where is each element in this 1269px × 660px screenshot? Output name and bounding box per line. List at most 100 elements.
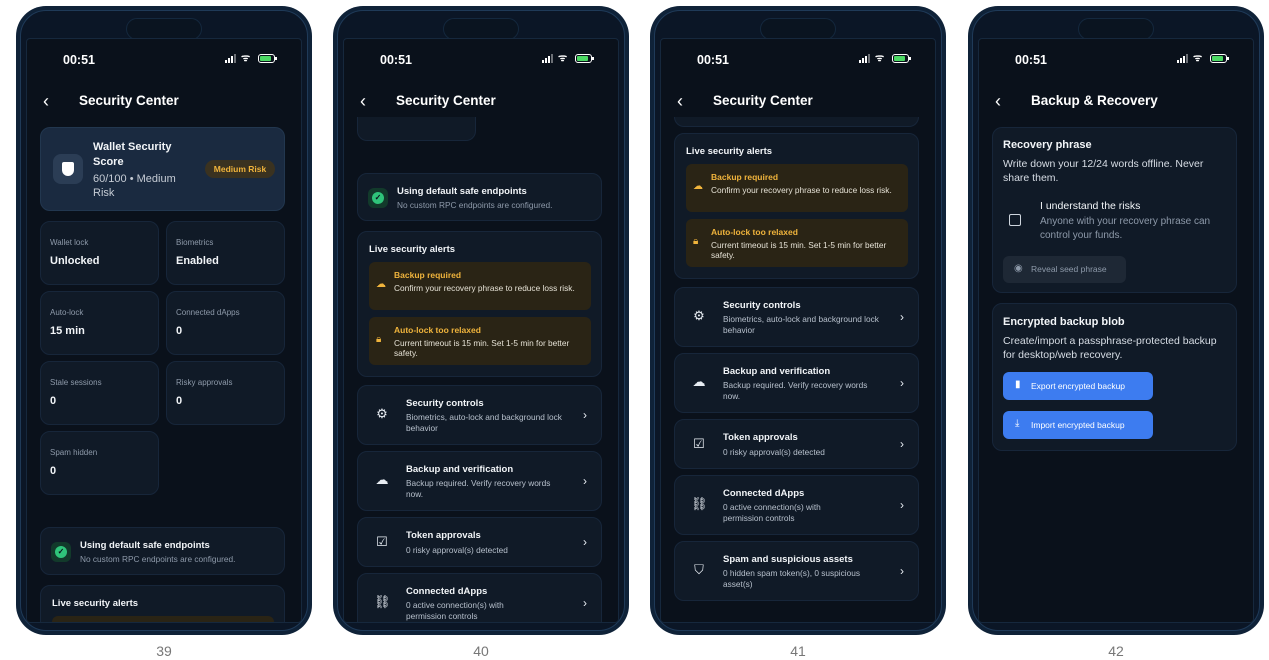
risk-checkbox[interactable]: [1009, 214, 1021, 226]
live-alerts-card: Live security alerts: [40, 585, 285, 622]
chevron-right-icon: ›: [583, 474, 587, 488]
page-title: Security Center: [79, 93, 179, 108]
eye-icon: ◉: [1014, 263, 1023, 274]
cloud-upload-icon: ☁: [376, 279, 386, 290]
reveal-seed-button[interactable]: ◉ Reveal seed phrase: [1003, 256, 1126, 283]
shield-alert-icon: ⛉: [694, 562, 704, 577]
live-alerts-card: Live security alerts Backup required ☁ C…: [357, 231, 602, 377]
signal-icon: [542, 54, 553, 63]
check-circle-icon: ✓: [51, 542, 71, 562]
back-icon[interactable]: ‹: [677, 91, 683, 111]
link-icon: ⛓: [374, 594, 391, 609]
card-partial: [674, 117, 919, 127]
chevron-right-icon: ›: [900, 437, 904, 451]
download-icon: ⤓: [1015, 418, 1020, 429]
row-spam-assets[interactable]: ⛉ Spam and suspicious assets 0 hidden sp…: [674, 541, 919, 601]
alert-backup-required[interactable]: Backup required ☁ Confirm your recovery …: [686, 164, 908, 212]
page-title: Security Center: [396, 93, 496, 108]
live-alerts-card: Live security alerts Backup required ☁ C…: [674, 133, 919, 279]
row-token-approvals[interactable]: ☑ Token approvals 0 risky approval(s) de…: [357, 517, 602, 567]
wifi-icon: ᯤ: [875, 53, 885, 64]
phone-41: 00:51 ᯤ ‹ Security Center Live security …: [650, 6, 946, 635]
cloud-upload-icon: ☁: [375, 472, 389, 487]
back-icon[interactable]: ‹: [360, 91, 366, 111]
battery-icon: [258, 54, 277, 63]
chevron-right-icon: ›: [900, 564, 904, 578]
header: ‹ Backup & Recovery: [995, 91, 1237, 113]
tile-biometrics: Biometrics Enabled: [166, 221, 285, 285]
header: ‹ Security Center: [43, 91, 285, 113]
header: ‹ Security Center: [360, 91, 602, 113]
cloud-upload-icon: ☁: [692, 374, 706, 389]
row-backup-verification[interactable]: ☁ Backup and verification Backup require…: [357, 451, 602, 511]
security-center-screen-scrolled: 00:51 ᯤ ‹ Security Center ✓ Using defaul…: [343, 38, 619, 623]
link-icon: ⛓: [691, 496, 708, 511]
tile-stale-sessions: Stale sessions 0: [40, 361, 159, 425]
tile-partial: [357, 117, 476, 141]
status-bar: 00:51 ᯤ: [380, 53, 594, 69]
header: ‹ Security Center: [677, 91, 919, 113]
chevron-right-icon: ›: [583, 535, 587, 549]
row-security-controls[interactable]: ⚙ Security controls Biometrics, auto-loc…: [357, 385, 602, 445]
risk-badge: Medium Risk: [205, 160, 275, 178]
status-time: 00:51: [63, 53, 95, 67]
wifi-icon: ᯤ: [558, 53, 568, 64]
battery-icon: [1210, 54, 1229, 63]
page-title: Security Center: [713, 93, 813, 108]
tile-risky-approvals: Risky approvals 0: [166, 361, 285, 425]
lock-clock-icon: 🔒︎: [693, 236, 699, 247]
caption-39: 39: [156, 643, 172, 659]
back-icon[interactable]: ‹: [995, 91, 1001, 111]
row-connected-dapps[interactable]: ⛓ Connected dApps 0 active connection(s)…: [674, 475, 919, 535]
endpoint-status-card: ✓ Using default safe endpoints No custom…: [357, 173, 602, 221]
signal-icon: [859, 54, 870, 63]
chevron-right-icon: ›: [900, 498, 904, 512]
chevron-right-icon: ›: [900, 310, 904, 324]
status-bar: 00:51 ᯤ: [63, 53, 277, 69]
security-center-screen-bottom: 00:51 ᯤ ‹ Security Center Live security …: [660, 38, 936, 623]
caption-42: 42: [1108, 643, 1124, 659]
approval-list-icon: ☑: [376, 534, 388, 549]
signal-icon: [225, 54, 236, 63]
approval-list-icon: ☑: [693, 436, 705, 451]
page-title: Backup & Recovery: [1031, 93, 1158, 108]
alert-auto-lock[interactable]: Auto-lock too relaxed 🔒︎ Current timeout…: [369, 317, 591, 365]
risk-checkbox-label: I understand the risks: [1040, 200, 1141, 212]
endpoint-status-card: ✓ Using default safe endpoints No custom…: [40, 527, 285, 575]
back-icon[interactable]: ‹: [43, 91, 49, 111]
row-security-controls[interactable]: ⚙ Security controls Biometrics, auto-loc…: [674, 287, 919, 347]
alert-item: [52, 616, 274, 622]
score-value: 60/100 • Medium Risk: [93, 173, 176, 199]
status-bar: 00:51 ᯤ: [1015, 53, 1229, 69]
chevron-right-icon: ›: [583, 596, 587, 610]
signal-icon: [1177, 54, 1188, 63]
row-token-approvals[interactable]: ☑ Token approvals 0 risky approval(s) de…: [674, 419, 919, 469]
phone-40: 00:51 ᯤ ‹ Security Center ✓ Using defaul…: [333, 6, 629, 635]
file-icon: ▮: [1015, 379, 1021, 390]
wifi-icon: ᯤ: [1193, 53, 1203, 64]
score-title: Wallet Security Score: [93, 141, 172, 168]
phone-notch: [126, 18, 202, 40]
recovery-phrase-card: Recovery phrase Write down your 12/24 wo…: [992, 127, 1237, 293]
screenshot-grid: 00:51 ᯤ ‹ Security Center Wallet Securit…: [0, 0, 1269, 660]
export-backup-button[interactable]: ▮ Export encrypted backup: [1003, 372, 1153, 400]
import-backup-button[interactable]: ⤓ Import encrypted backup: [1003, 411, 1153, 439]
gear-icon: ⚙: [376, 406, 388, 421]
tile-connected-dapps: Connected dApps 0: [166, 291, 285, 355]
lock-clock-icon: 🔒︎: [376, 334, 382, 345]
backup-recovery-screen: 00:51 ᯤ ‹ Backup & Recovery Recovery phr…: [978, 38, 1254, 623]
battery-icon: [575, 54, 594, 63]
caption-41: 41: [790, 643, 806, 659]
row-backup-verification[interactable]: ☁ Backup and verification Backup require…: [674, 353, 919, 413]
chevron-right-icon: ›: [900, 376, 904, 390]
alert-auto-lock[interactable]: Auto-lock too relaxed 🔒︎ Current timeout…: [686, 219, 908, 267]
cloud-upload-icon: ☁: [693, 181, 703, 192]
status-bar: 00:51 ᯤ: [697, 53, 911, 69]
alert-backup-required[interactable]: Backup required ☁ Confirm your recovery …: [369, 262, 591, 310]
check-circle-icon: ✓: [368, 188, 388, 208]
encrypted-backup-card: Encrypted backup blob Create/import a pa…: [992, 303, 1237, 451]
phone-39: 00:51 ᯤ ‹ Security Center Wallet Securit…: [16, 6, 312, 635]
tile-wallet-lock: Wallet lock Unlocked: [40, 221, 159, 285]
row-connected-dapps[interactable]: ⛓ Connected dApps 0 active connection(s)…: [357, 573, 602, 622]
security-score-card: Wallet Security Score 60/100 • Medium Ri…: [40, 127, 285, 211]
